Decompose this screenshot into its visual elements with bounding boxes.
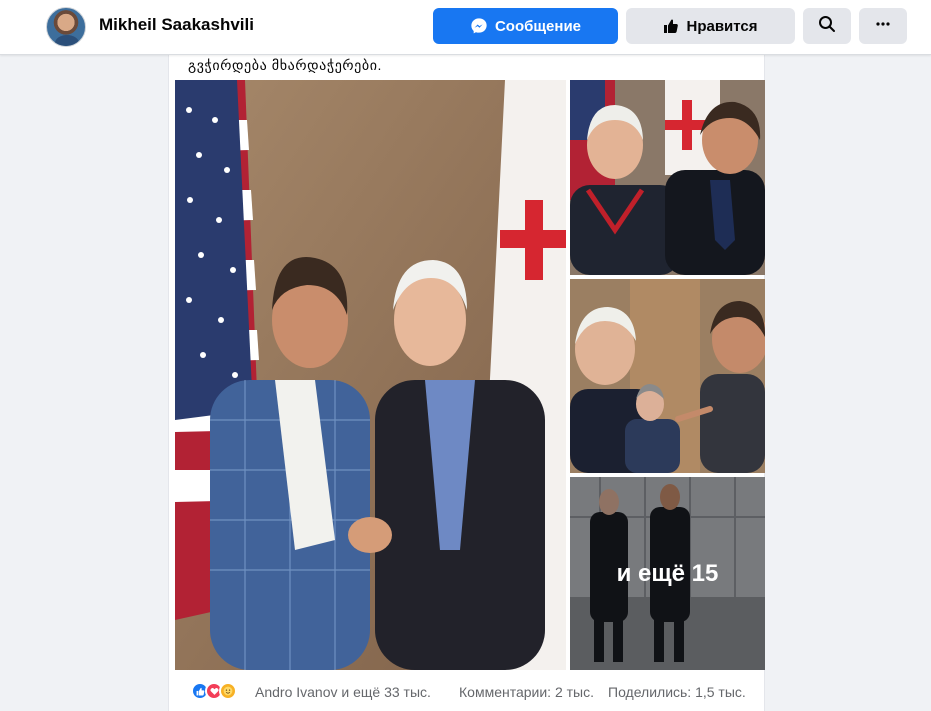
page-name[interactable]: Mikheil Saakashvili (99, 15, 254, 35)
message-button[interactable]: Сообщение (433, 8, 618, 44)
messenger-icon (470, 17, 488, 35)
like-page-label: Нравится (686, 17, 758, 35)
page-header: Mikheil Saakashvili Сообщение Нравится (0, 0, 931, 55)
photo-1[interactable] (570, 80, 765, 275)
post-footer: Andro Ivanov и ещё 33 тыс. Комментарии: … (169, 670, 766, 711)
search-icon (818, 15, 836, 37)
comments-count[interactable]: Комментарии: 2 тыс. (459, 684, 594, 700)
post-text: გვჭირდება მხარდაჭერები. (188, 57, 383, 73)
thumbs-up-icon (663, 18, 679, 34)
more-photos-label: и ещё 15 (616, 559, 719, 587)
like-page-button[interactable]: Нравится (626, 8, 795, 44)
message-button-label: Сообщение (494, 17, 582, 35)
search-button[interactable] (803, 8, 851, 44)
photo-main[interactable] (175, 80, 566, 670)
avatar[interactable] (46, 7, 86, 47)
more-button[interactable] (859, 8, 907, 44)
care-reaction-icon (219, 682, 237, 700)
more-photos-overlay[interactable]: и ещё 15 (570, 477, 765, 670)
shares-count[interactable]: Поделились: 1,5 тыс. (608, 684, 746, 700)
reaction-icons[interactable] (191, 682, 237, 700)
photo-3[interactable]: и ещё 15 (570, 477, 765, 670)
photo-2[interactable] (570, 279, 765, 473)
more-icon (875, 16, 891, 36)
reaction-names[interactable]: Andro Ivanov и ещё 33 тыс. (255, 684, 431, 700)
post-card: გვჭირდება მხარდაჭერები. и ещё 15 Andro I… (168, 55, 765, 711)
